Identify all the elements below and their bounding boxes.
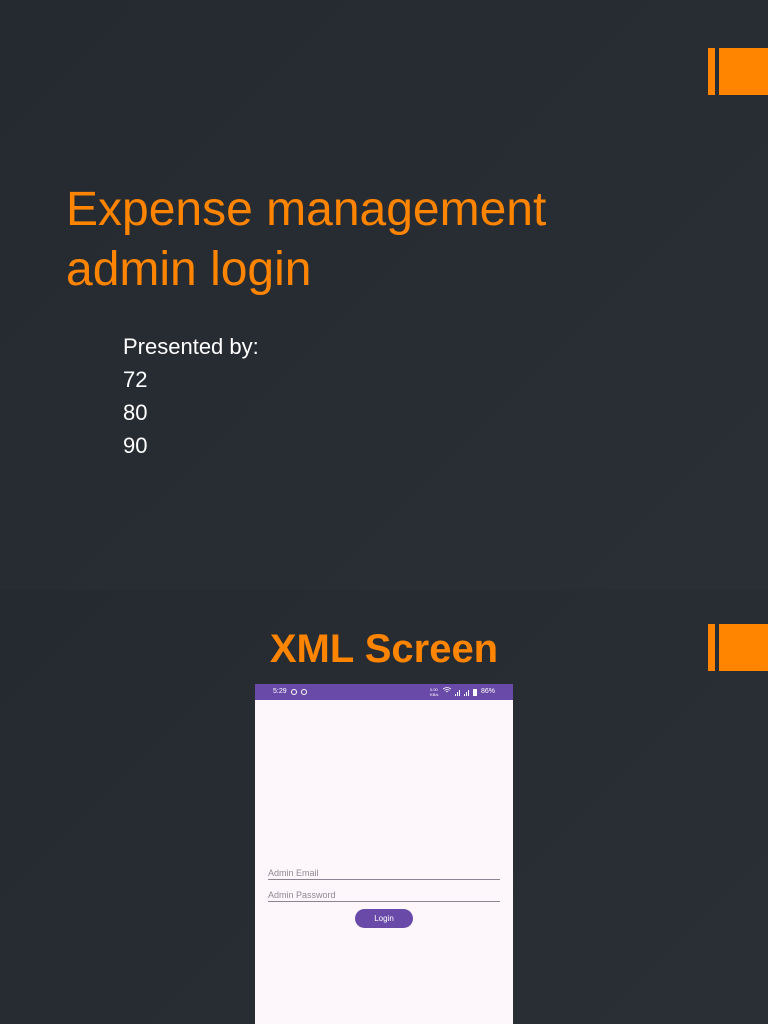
- status-bar: 5:29 0.00 KB/s 86%: [255, 684, 513, 700]
- presenter-label: Presented by:: [123, 334, 259, 359]
- title-slide: Expense management admin login Presented…: [0, 0, 768, 590]
- notification-icon: [300, 689, 307, 695]
- phone-screenshot: 5:29 0.00 KB/s 86% Admin Email Login: [255, 684, 513, 1024]
- presenter-block: Presented by: 72 80 90: [123, 330, 259, 462]
- status-time: 5:29: [273, 688, 287, 695]
- xml-screen-slide: XML Screen 5:29 0.00 KB/s 86% Admin Emai…: [0, 590, 768, 1024]
- title-line-1: Expense management: [66, 183, 547, 236]
- login-button[interactable]: Login: [355, 909, 413, 928]
- slide-title: XML Screen: [269, 627, 499, 671]
- slide-title: Expense management admin login: [66, 180, 666, 300]
- admin-email-input[interactable]: [268, 866, 500, 880]
- presenter-item: 72: [123, 367, 148, 392]
- wifi-icon: [442, 684, 452, 700]
- signal-icon: [454, 689, 460, 696]
- email-field-wrapper: [268, 866, 500, 880]
- admin-password-input[interactable]: [268, 888, 500, 902]
- password-field-wrapper: [268, 888, 500, 902]
- title-line-2: admin login: [66, 243, 312, 296]
- presenter-item: 80: [123, 400, 148, 425]
- battery-percent: 86%: [480, 688, 495, 695]
- network-speed: 0.00 KB/s: [429, 687, 439, 697]
- signal-icon: [463, 689, 469, 696]
- accent-bar-thick: [719, 48, 768, 95]
- battery-icon: [472, 688, 477, 696]
- notification-icon: [290, 689, 297, 695]
- presenter-item: 90: [123, 433, 148, 458]
- accent-bar-thin: [708, 48, 715, 95]
